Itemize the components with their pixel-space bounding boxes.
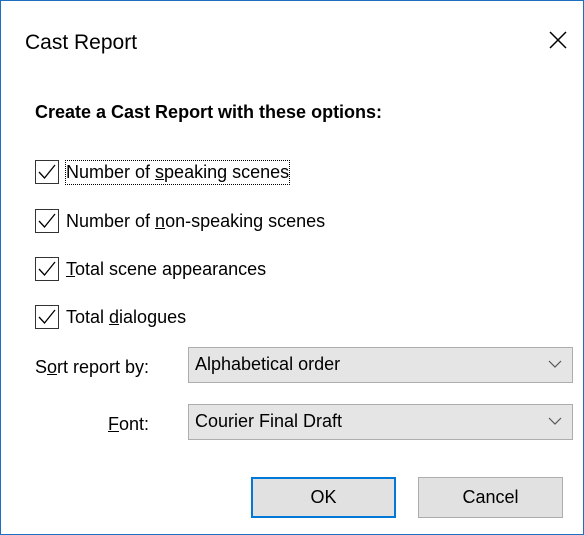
chevron-down-icon (548, 360, 562, 368)
sort-label: Sort report by: (35, 357, 150, 377)
option-total-scene-appearances[interactable]: Total scene appearances (35, 255, 267, 283)
option-non-speaking-scenes[interactable]: Number of non-speaking scenes (35, 207, 326, 235)
option-label: Total dialogues (66, 306, 187, 327)
checkmark-icon (38, 309, 56, 324)
option-label: Number of non-speaking scenes (66, 210, 326, 231)
font-label: Font: (108, 414, 150, 434)
close-button[interactable] (533, 15, 583, 65)
chevron-down-icon (548, 417, 562, 425)
cancel-button[interactable]: Cancel (418, 477, 563, 518)
cast-report-dialog: Cast Report Create a Cast Report with th… (0, 0, 584, 535)
font-select-value: Courier Final Draft (195, 411, 343, 431)
close-icon (549, 31, 567, 49)
title-bar: Cast Report (1, 1, 583, 87)
checkmark-icon (38, 164, 56, 179)
sort-select-value: Alphabetical order (195, 354, 341, 374)
checkbox[interactable] (35, 305, 59, 329)
dialog-title: Cast Report (25, 31, 138, 54)
option-label: Total scene appearances (66, 258, 267, 279)
sort-select[interactable]: Alphabetical order (188, 347, 573, 383)
checkbox[interactable] (35, 257, 59, 281)
option-speaking-scenes[interactable]: Number of speaking scenes (35, 158, 291, 186)
checkmark-icon (38, 261, 56, 276)
ok-button[interactable]: OK (251, 477, 396, 518)
options-heading: Create a Cast Report with these options: (35, 102, 383, 122)
checkmark-icon (38, 213, 56, 228)
option-label: Number of speaking scenes (65, 159, 291, 185)
checkbox[interactable] (35, 209, 59, 233)
option-total-dialogues[interactable]: Total dialogues (35, 303, 187, 331)
checkbox[interactable] (35, 160, 59, 184)
font-select[interactable]: Courier Final Draft (188, 404, 573, 440)
